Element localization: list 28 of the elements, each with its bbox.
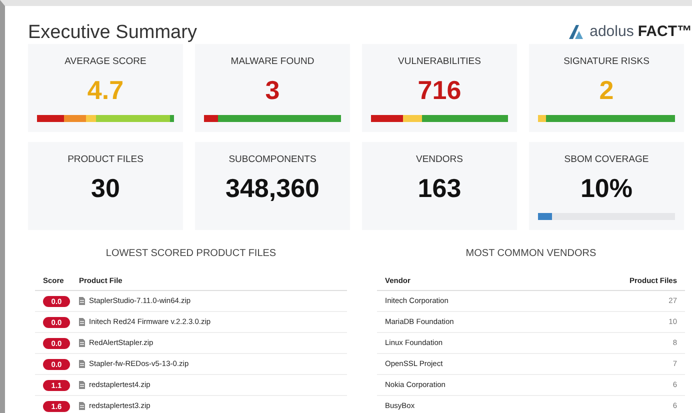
metric-label: VENDORS	[415, 153, 464, 167]
file-icon	[79, 318, 85, 326]
metric-label: AVERAGE SCORE	[64, 55, 148, 69]
metric-label: VULNERABILITIES	[397, 55, 482, 69]
metric-value: 30	[90, 175, 121, 202]
metric-label: PRODUCT FILES	[66, 153, 144, 167]
file-icon	[79, 381, 85, 389]
file-icon	[79, 297, 85, 305]
page-title: Executive Summary	[28, 22, 197, 42]
metric-label: MALWARE FOUND	[230, 55, 316, 69]
table-title: MOST COMMON VENDORS	[464, 247, 598, 261]
metric-value: 348,360	[224, 175, 320, 202]
metric-value: 3	[264, 77, 281, 104]
logo-text: FACT™	[638, 22, 692, 42]
metric-value: 716	[416, 77, 462, 104]
table-title: LOWEST SCORED PRODUCT FILES	[104, 247, 278, 261]
metric-value: 163	[416, 175, 462, 202]
metric-value: 10%	[579, 175, 634, 202]
file-icon	[79, 402, 85, 410]
metric-label: SUBCOMPONENTS	[228, 153, 318, 167]
metric-label: SBOM COVERAGE	[563, 153, 650, 167]
metric-value: 4.7	[86, 77, 125, 104]
file-icon	[79, 360, 85, 368]
file-icon	[79, 339, 85, 347]
metric-value: 2	[598, 77, 615, 104]
logo-icon	[568, 25, 586, 39]
logo-text: adolus	[590, 22, 634, 42]
metric-label: SIGNATURE RISKS	[562, 55, 650, 69]
